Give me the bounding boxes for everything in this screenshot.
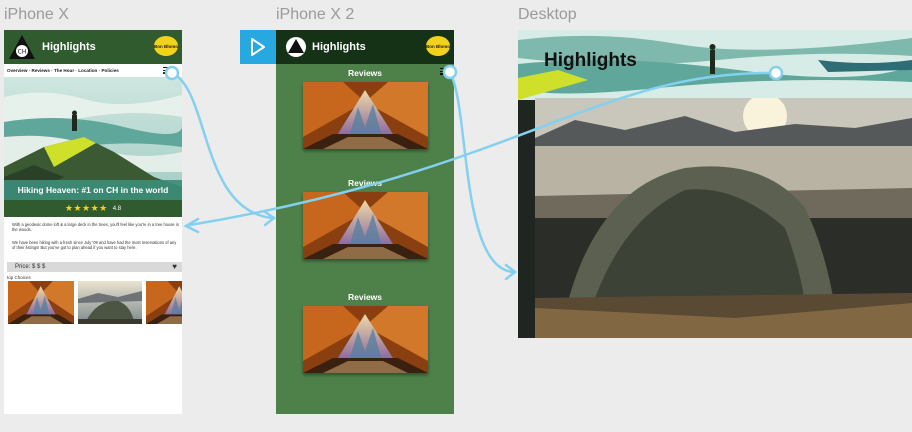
svg-text:CH: CH bbox=[18, 49, 27, 56]
nav-bar: Overview · Reviews · The Hour · Location… bbox=[4, 64, 182, 77]
price-bar: Price: $ $ $ ♥ bbox=[7, 262, 182, 272]
price-label: Price: $ $ $ bbox=[15, 264, 46, 270]
star-rating: ★★★★★ bbox=[64, 203, 108, 213]
thumbnail-tent[interactable] bbox=[8, 281, 74, 324]
review-image[interactable] bbox=[303, 82, 428, 149]
review-image[interactable] bbox=[303, 192, 428, 259]
hero-banner: Hiking Heaven: #1 on CH in the world bbox=[4, 180, 182, 200]
heart-icon[interactable]: ♥ bbox=[172, 263, 177, 271]
thumbnail-tent[interactable] bbox=[146, 281, 182, 324]
header-title: Highlights bbox=[42, 41, 96, 53]
mountain-logo-icon bbox=[286, 37, 306, 57]
rating-bar: ★★★★★ 4.8 bbox=[4, 200, 182, 217]
connector-wire[interactable] bbox=[448, 70, 516, 274]
play-icon bbox=[251, 38, 265, 56]
top-choices-label: top Choices bbox=[7, 275, 31, 280]
artboard-label-iphone-x2[interactable]: iPhone X 2 bbox=[276, 6, 354, 24]
brand-badge: Bon Blomo bbox=[426, 36, 450, 56]
hero-photo-tent[interactable] bbox=[535, 98, 912, 338]
reviews-label: Reviews bbox=[347, 292, 383, 302]
review-image[interactable] bbox=[303, 306, 428, 373]
header-title: Highlights bbox=[312, 41, 366, 53]
rating-value: 4.8 bbox=[112, 205, 122, 212]
reviews-label: Reviews bbox=[347, 68, 383, 78]
description-paragraph: With a geodesic dome loft & a large deck… bbox=[12, 222, 179, 233]
mountain-logo-icon: CH bbox=[9, 35, 35, 59]
nav-links[interactable]: Overview · Reviews · The Hour · Location… bbox=[7, 68, 119, 73]
description-paragraph: We have been hiking with a fresh since J… bbox=[12, 240, 177, 251]
artboard-label-desktop[interactable]: Desktop bbox=[518, 6, 577, 24]
artboard-label-iphone-x[interactable]: iPhone X bbox=[4, 6, 69, 24]
brand-badge: Bon Blomo bbox=[154, 36, 178, 56]
play-button[interactable] bbox=[240, 30, 276, 64]
app-header: Highlights Bon Blomo bbox=[276, 30, 454, 64]
connector-wire[interactable] bbox=[170, 71, 274, 220]
app-header: CH Highlights Bon Blomo bbox=[4, 30, 182, 64]
artboard-iphone-x2[interactable]: Highlights Bon Blomo Reviews Reviews Rev… bbox=[276, 30, 454, 414]
thumbnail-lake-tent[interactable] bbox=[78, 281, 142, 324]
artboard-iphone-x[interactable]: CH Highlights Bon Blomo Overview · Revie… bbox=[4, 30, 182, 414]
page-title: Highlights bbox=[544, 50, 637, 71]
hamburger-icon[interactable] bbox=[163, 67, 169, 74]
